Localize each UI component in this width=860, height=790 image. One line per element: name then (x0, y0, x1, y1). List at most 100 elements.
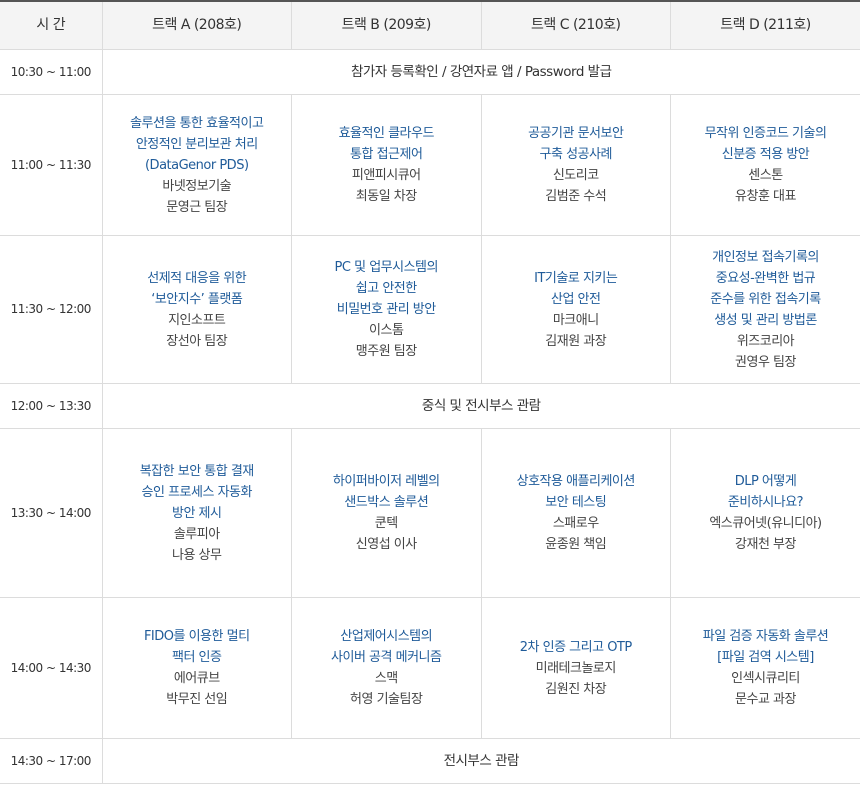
company-name: 이스톰 (369, 323, 404, 338)
track-b-header: 트랙 B (209호) (291, 0, 482, 50)
session-cell: 2차 인증 그리고 OTP 미래테크놀로지김원진 차장 (480, 597, 671, 739)
session-title-line: 쉽고 안전한 (355, 281, 417, 296)
session-title-line: 비밀번호 관리 방안 (336, 302, 436, 317)
session-title-line: 보안 테스팅 (545, 495, 607, 510)
company-name: 엑스큐어넷(유니디아) (709, 516, 822, 531)
session-title-line: [파일 검역 시스템] (717, 650, 814, 665)
header-row: 시 간 트랙 A (208호) 트랙 B (209호) 트랙 C (210호) … (0, 0, 860, 50)
company-name: 인섹시큐리티 (731, 671, 800, 686)
time-slot: 11:30 ~ 12:00 (0, 235, 103, 384)
session-title-line: 하이퍼바이저 레벨의 (332, 474, 440, 489)
session-title-line: DLP 어떻게 (734, 474, 797, 489)
session-title-line: 복잡한 보안 통합 결재 (139, 463, 255, 479)
session-title-line: 안정적인 분리보관 처리 (135, 136, 258, 152)
session-cell: 하이퍼바이저 레벨의샌드박스 솔루션쿤텍신영섭 이사 (291, 428, 482, 598)
session-title-line: 구축 성공사례 (539, 147, 613, 162)
session-title-line: 승인 프로세스 자동화 (141, 484, 253, 500)
session-cell: 개인정보 접속기록의 중요성-완벽한 법규 준수를 위한 접속기록 생성 및 관리 방… (670, 235, 860, 384)
session-title-line: 상호작용 애플리케이션 (516, 474, 636, 489)
company-name: 위즈코리아 (736, 333, 795, 349)
table-row: 14:00 ~ 14:30 FIDO를 이용한 멀티팩터 인증에어큐브박무진 선… (0, 597, 860, 739)
company-name: 스맥 (374, 671, 398, 686)
table-row: 13:30 ~ 14:00 복잡한 보안 통합 결재승인 프로세스 자동화방안 … (0, 428, 860, 598)
lunch-cell: 중식 및 전시부스 관람 (101, 383, 860, 429)
session-title-line: 생성 및 관리 방법론 (714, 312, 817, 328)
session-title-line: (DataGenor PDS) (144, 157, 249, 173)
session-title-line: 신분증 적용 방안 (721, 147, 810, 162)
company-name: 신도리코 (552, 168, 599, 183)
session-title-line: 솔루션을 통한 효율적이고 (130, 115, 264, 131)
table-row: 14:30 ~ 17:00 전시부스 관람 (0, 738, 860, 784)
session-title-line: 효율적인 클라우드 (338, 126, 435, 141)
session-title-line: 샌드박스 솔루션 (344, 495, 429, 510)
table-row: 12:00 ~ 13:30 중식 및 전시부스 관람 (0, 383, 860, 429)
session-title-line: 방안 제시 (172, 505, 222, 521)
speaker-name: 문수교 과장 (735, 692, 796, 707)
session-title-line: 사이버 공격 메커니즘 (331, 650, 442, 665)
company-name: 에어큐브 (173, 671, 220, 686)
company-name: 마크애니 (552, 312, 599, 328)
session-cell: 복잡한 보안 통합 결재승인 프로세스 자동화방안 제시솔루피아나용 상무 (101, 428, 292, 598)
speaker-name: 김범준 수석 (545, 189, 607, 204)
session-title-line: ‘보안지수’ 플랫폼 (151, 291, 243, 307)
track-c-header: 트랙 C (210호) (480, 0, 671, 50)
session-cell: 공공기관 문서보안구축 성공사례신도리코김범준 수석 (480, 94, 671, 236)
session-title-line: 통합 접근제어 (350, 147, 423, 162)
session-title-line: 산업 안전 (551, 291, 601, 307)
session-title-line: 준수를 위한 접속기록 (710, 291, 821, 307)
company-name: 스패로우 (552, 516, 599, 531)
speaker-name: 권영우 팀장 (735, 354, 796, 370)
speaker-name: 김원진 차장 (545, 681, 607, 697)
table-row: 11:00 ~ 11:30 솔루션을 통한 효율적이고안정적인 분리보관 처리 (… (0, 94, 860, 236)
speaker-name: 최동일 차장 (355, 189, 417, 204)
exhibition-cell: 전시부스 관람 (101, 738, 860, 784)
session-title-line: 2차 인증 그리고 OTP (519, 639, 632, 655)
track-d-header: 트랙 D (211호) (670, 0, 860, 50)
speaker-name: 나용 상무 (172, 547, 222, 563)
session-title-line: 공공기관 문서보안 (528, 126, 624, 141)
speaker-name: 신영섭 이사 (355, 537, 417, 552)
session-cell: 선제적 대응을 위한 ‘보안지수’ 플랫폼지인소프트장선아 팀장 (101, 235, 292, 384)
time-slot: 14:00 ~ 14:30 (0, 597, 103, 739)
time-slot: 13:30 ~ 14:00 (0, 428, 103, 598)
session-cell: IT기술로 지키는 산업 안전 마크애니 김재원 과장 (480, 235, 671, 384)
session-cell: PC 및 업무시스템의쉽고 안전한비밀번호 관리 방안이스톰맹주원 팀장 (291, 235, 482, 384)
session-cell: 무작위 인증코드 기술의 신분증 적용 방안 센스톤 유창훈 대표 (670, 94, 860, 236)
speaker-name: 맹주원 팀장 (355, 344, 417, 359)
session-cell: 상호작용 애플리케이션보안 테스팅스패로우윤종원 책임 (480, 428, 671, 598)
schedule-table: 시 간 트랙 A (208호) 트랙 B (209호) 트랙 C (210호) … (0, 0, 860, 784)
session-title-line: FIDO를 이용한 멀티 (143, 629, 250, 644)
speaker-name: 장선아 팀장 (166, 333, 228, 349)
time-slot: 12:00 ~ 13:30 (0, 383, 103, 429)
speaker-name: 김재원 과장 (545, 333, 607, 349)
speaker-name: 문영근 팀장 (166, 199, 228, 215)
session-title-line: 파일 검증 자동화 솔루션 (702, 629, 829, 644)
session-title-line: 선제적 대응을 위한 (147, 270, 247, 286)
company-name: 피앤피시큐어 (351, 168, 421, 183)
table-row: 10:30 ~ 11:00 참가자 등록확인 / 강연자료 앱 / Passwo… (0, 49, 860, 95)
speaker-name: 윤종원 책임 (545, 537, 607, 552)
session-cell: 솔루션을 통한 효율적이고안정적인 분리보관 처리 (DataGenor PDS)… (101, 94, 292, 236)
session-title-line: 산업제어시스템의 (340, 629, 433, 644)
speaker-name: 강재천 부장 (735, 537, 796, 552)
company-name: 지인소프트 (168, 312, 226, 328)
table-row: 11:30 ~ 12:00 선제적 대응을 위한 ‘보안지수’ 플랫폼지인소프트장… (0, 235, 860, 384)
company-name: 바넷정보기술 (162, 178, 232, 194)
speaker-name: 허영 기술팀장 (350, 692, 423, 707)
company-name: 쿤텍 (374, 516, 398, 531)
time-column-header: 시 간 (0, 0, 103, 50)
company-name: 미래테크놀로지 (535, 660, 617, 676)
session-title-line: 개인정보 접속기록의 (712, 249, 819, 265)
session-cell: 산업제어시스템의사이버 공격 메커니즘스맥허영 기술팀장 (291, 597, 482, 739)
time-slot: 11:00 ~ 11:30 (0, 94, 103, 236)
speaker-name: 박무진 선임 (166, 692, 228, 707)
company-name: 솔루피아 (173, 526, 220, 542)
session-title-line: 준비하시나요? (727, 495, 804, 510)
session-cell: 파일 검증 자동화 솔루션 [파일 검역 시스템] 인섹시큐리티문수교 과장 (670, 597, 860, 739)
session-title-line: 팩터 인증 (172, 650, 222, 665)
session-title-line: PC 및 업무시스템의 (334, 260, 439, 275)
session-cell: DLP 어떻게준비하시나요? 엑스큐어넷(유니디아) 강재천 부장 (670, 428, 860, 598)
track-a-header: 트랙 A (208호) (101, 0, 292, 50)
speaker-name: 유창훈 대표 (735, 189, 796, 204)
time-slot: 10:30 ~ 11:00 (0, 49, 103, 95)
